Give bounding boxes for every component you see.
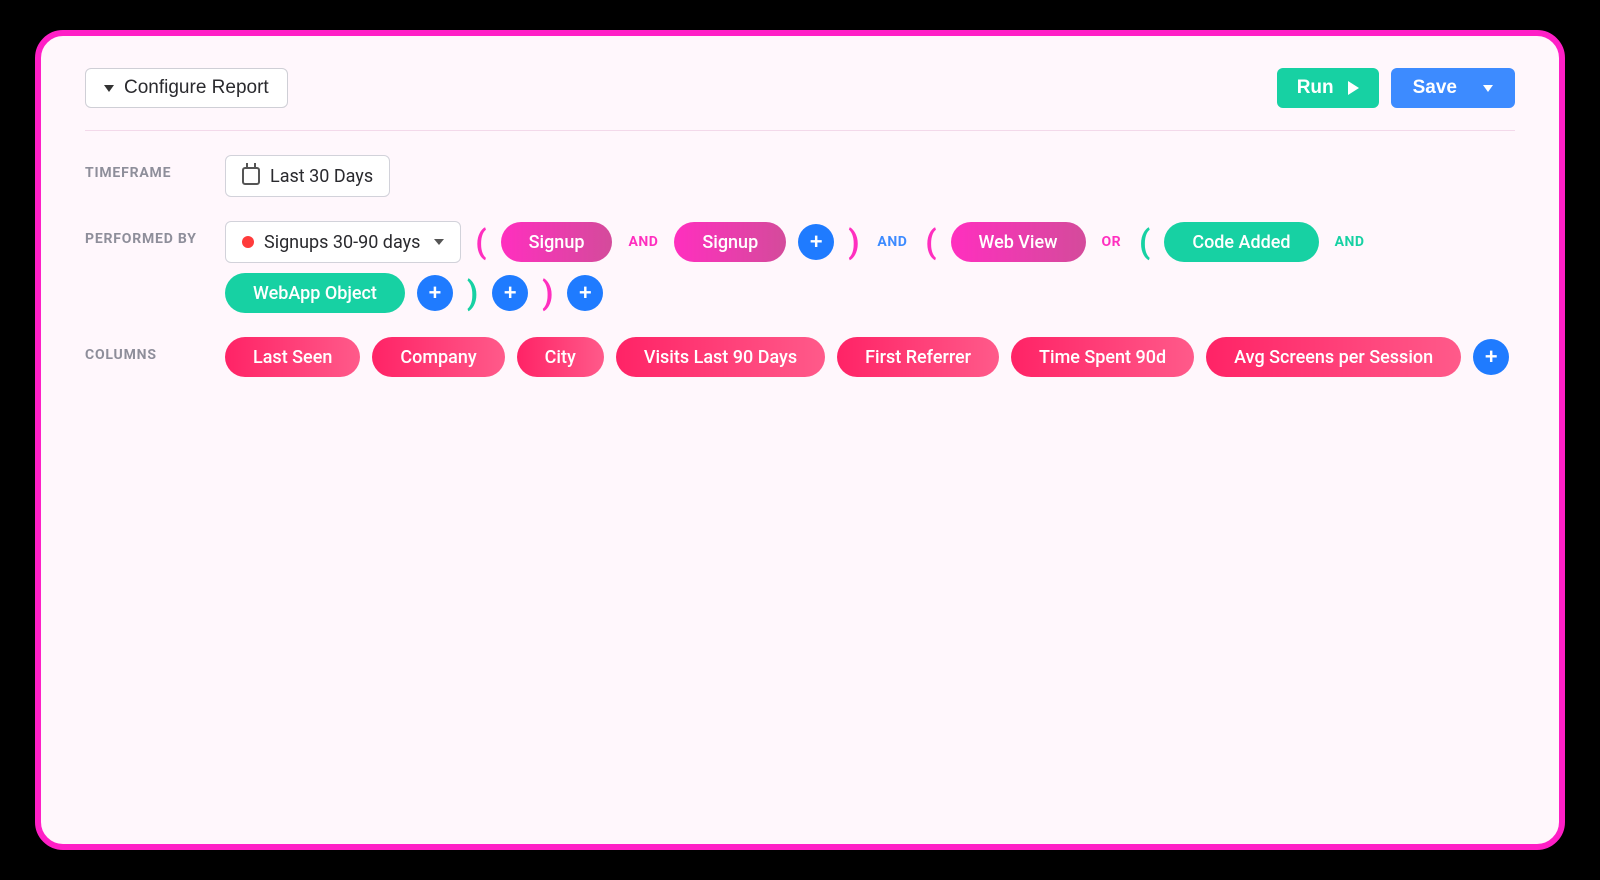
column-pill[interactable]: Time Spent 90d [1011, 337, 1194, 377]
column-pill[interactable]: City [517, 337, 604, 377]
run-label: Run [1297, 77, 1334, 99]
timeframe-content: Last 30 Days [225, 155, 1515, 197]
logic-and: AND [873, 234, 911, 250]
caret-down-icon [434, 239, 444, 245]
event-pill-signup-2[interactable]: Signup [674, 222, 786, 262]
paren-open-icon: ( [1137, 226, 1152, 258]
column-pill[interactable]: Avg Screens per Session [1206, 337, 1461, 377]
logic-and: AND [1331, 234, 1369, 250]
columns-row: COLUMNS Last Seen Company City Visits La… [85, 337, 1515, 377]
performed-by-section-label: PERFORMED BY [85, 221, 225, 247]
timeframe-row: TIMEFRAME Last 30 Days [85, 155, 1515, 197]
columns-content: Last Seen Company City Visits Last 90 Da… [225, 337, 1515, 377]
paren-open-icon: ( [473, 226, 488, 258]
column-pill[interactable]: Visits Last 90 Days [616, 337, 825, 377]
event-pill-code-added[interactable]: Code Added [1164, 222, 1318, 262]
play-icon [1348, 81, 1359, 95]
columns-section-label: COLUMNS [85, 337, 225, 363]
add-event-button[interactable]: + [798, 224, 834, 260]
timeframe-value: Last 30 Days [270, 166, 373, 187]
toolbar-right: Run Save [1277, 68, 1515, 108]
caret-down-icon [104, 85, 114, 92]
event-pill-webapp-object[interactable]: WebApp Object [225, 273, 405, 313]
timeframe-select[interactable]: Last 30 Days [225, 155, 390, 197]
paren-open-icon: ( [923, 226, 938, 258]
configure-report-label: Configure Report [124, 77, 269, 99]
paren-close-icon: ) [540, 277, 555, 309]
column-pill[interactable]: Last Seen [225, 337, 360, 377]
performed-by-row: PERFORMED BY Signups 30-90 days ( Signup… [85, 221, 1515, 313]
event-pill-signup-1[interactable]: Signup [501, 222, 613, 262]
configure-report-button[interactable]: Configure Report [85, 68, 288, 108]
column-pill[interactable]: First Referrer [837, 337, 999, 377]
calendar-icon [242, 167, 260, 185]
toolbar-left: Configure Report [85, 68, 288, 108]
add-group-button[interactable]: + [567, 275, 603, 311]
add-event-button[interactable]: + [492, 275, 528, 311]
segment-select[interactable]: Signups 30-90 days [225, 221, 461, 263]
column-pill[interactable]: Company [372, 337, 504, 377]
logic-and: AND [624, 234, 662, 250]
report-builder-panel: Configure Report Run Save TIMEFRAME Last… [35, 30, 1565, 850]
toolbar-divider [85, 130, 1515, 131]
add-event-button[interactable]: + [417, 275, 453, 311]
segment-dot-icon [242, 236, 254, 248]
logic-or: OR [1098, 234, 1126, 250]
paren-close-icon: ) [846, 226, 861, 258]
save-button[interactable]: Save [1391, 68, 1515, 108]
save-label: Save [1413, 77, 1457, 99]
event-pill-web-view[interactable]: Web View [951, 222, 1086, 262]
toolbar: Configure Report Run Save [85, 64, 1515, 112]
segment-value: Signups 30-90 days [264, 232, 420, 253]
paren-close-icon: ) [465, 277, 480, 309]
performed-by-content: Signups 30-90 days ( Signup AND Signup +… [225, 221, 1515, 313]
caret-down-icon [1483, 85, 1493, 92]
run-button[interactable]: Run [1277, 68, 1379, 108]
timeframe-section-label: TIMEFRAME [85, 155, 225, 181]
add-column-button[interactable]: + [1473, 339, 1509, 375]
